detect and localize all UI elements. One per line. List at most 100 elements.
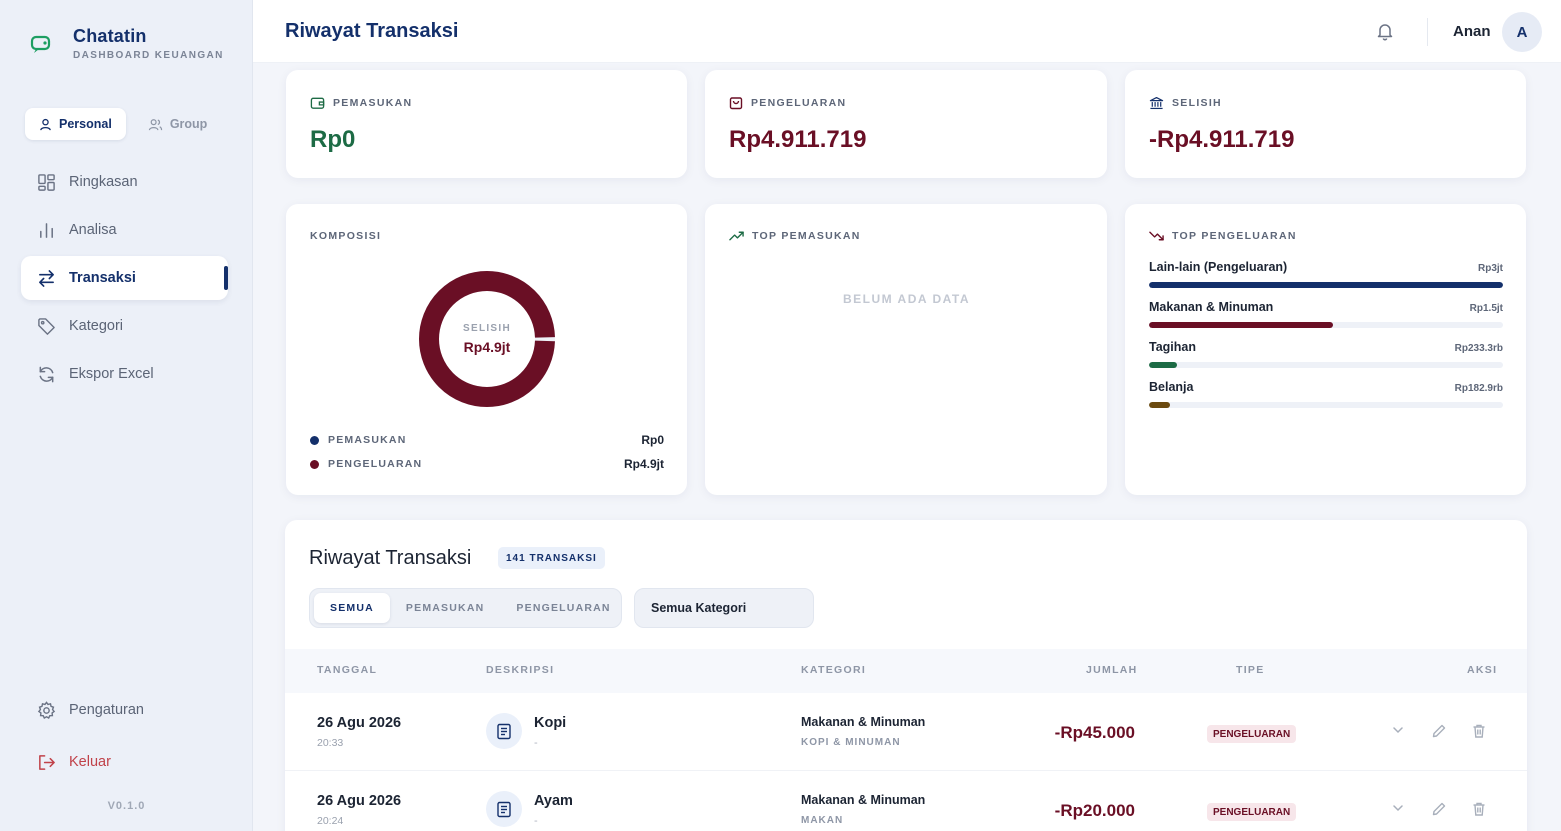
top-expense-bar bbox=[1149, 322, 1334, 328]
sidebar-item-label: Analisa bbox=[69, 222, 117, 238]
type-filter-tabs: SEMUA PEMASUKAN PENGELUARAN bbox=[309, 588, 622, 628]
row-note: - bbox=[534, 815, 538, 827]
row-subcategory: MAKAN bbox=[801, 815, 844, 826]
difference-value: -Rp4.911.719 bbox=[1149, 126, 1295, 153]
row-amount: -Rp45.000 bbox=[1054, 723, 1135, 742]
sidebar-item-ekspor-excel[interactable]: Ekspor Excel bbox=[21, 352, 228, 396]
personal-mode-label: Personal bbox=[59, 117, 112, 131]
top-expense-item: Tagihan Rp233.3rb bbox=[1149, 340, 1503, 368]
table-header: TANGGAL DESKRIPSI KATEGORI JUMLAH TIPE A… bbox=[285, 649, 1527, 693]
category-select[interactable]: Semua Kategori bbox=[634, 588, 814, 628]
top-expense-card: TOP PENGELUARAN Lain-lain (Pengeluaran) R… bbox=[1125, 204, 1526, 495]
edit-pencil-icon[interactable] bbox=[1431, 801, 1447, 817]
sidebar-item-ringkasan[interactable]: Ringkasan bbox=[21, 160, 228, 204]
top-expense-item: Belanja Rp182.9rb bbox=[1149, 380, 1503, 408]
sidebar-item-kategori[interactable]: Kategori bbox=[21, 304, 228, 348]
row-amount: -Rp20.000 bbox=[1054, 801, 1135, 820]
composition-label: KOMPOSISI bbox=[310, 230, 382, 242]
edit-pencil-icon[interactable] bbox=[1431, 723, 1447, 739]
row-type-icon bbox=[486, 791, 522, 827]
sidebar-item-analisa[interactable]: Analisa bbox=[21, 208, 228, 252]
top-header: Riwayat Transaksi Anan A bbox=[253, 0, 1561, 63]
legend-dot-income bbox=[310, 435, 319, 445]
income-label: PEMASUKAN bbox=[333, 97, 413, 109]
sidebar-item-label: Transaksi bbox=[69, 270, 136, 286]
filter-tab-pemasukan[interactable]: PEMASUKAN bbox=[390, 593, 500, 623]
income-card: PEMASUKAN Rp0 bbox=[286, 70, 687, 178]
top-expense-name: Makanan & Minuman bbox=[1149, 300, 1274, 314]
sidebar-item-pengaturan[interactable]: Pengaturan bbox=[21, 688, 228, 732]
wallet-chat-icon bbox=[30, 35, 51, 53]
top-expense-amount: Rp3jt bbox=[1478, 263, 1503, 274]
row-note: - bbox=[534, 737, 538, 749]
difference-label-row: SELISIH bbox=[1149, 96, 1222, 110]
logout-button[interactable]: Keluar bbox=[21, 740, 228, 784]
sidebar-item-transaksi[interactable]: Transaksi bbox=[21, 256, 228, 300]
sidebar-item-label: Kategori bbox=[69, 318, 124, 334]
transactions-card: Riwayat Transaksi 141 TRANSAKSI SEMUA PE… bbox=[285, 520, 1527, 831]
column-header-category: KATEGORI bbox=[801, 664, 867, 676]
avatar[interactable]: A bbox=[1502, 12, 1542, 52]
expense-label-row: PENGELUARAN bbox=[729, 96, 846, 110]
donut-center: SELISIH Rp4.9jt bbox=[417, 269, 557, 409]
top-income-label: TOP PEMASUKAN bbox=[752, 230, 861, 242]
wallet-icon bbox=[310, 97, 325, 109]
filter-tab-semua[interactable]: SEMUA bbox=[314, 593, 390, 623]
legend-expense-label: PENGELUARAN bbox=[328, 458, 423, 470]
bell-icon[interactable] bbox=[1375, 21, 1395, 41]
tag-icon bbox=[38, 317, 55, 335]
row-type-icon bbox=[486, 713, 522, 749]
donut-center-label: SELISIH bbox=[463, 323, 511, 334]
trash-icon[interactable] bbox=[1471, 723, 1487, 739]
difference-card: SELISIH -Rp4.911.719 bbox=[1125, 70, 1526, 178]
income-label-row: PEMASUKAN bbox=[310, 96, 412, 110]
legend-expense-amount: Rp4.9jt bbox=[623, 457, 664, 471]
expense-value: Rp4.911.719 bbox=[729, 126, 867, 153]
column-header-amount[interactable]: JUMLAH bbox=[1086, 664, 1138, 676]
top-expense-track bbox=[1149, 362, 1503, 368]
top-expense-item: Lain-lain (Pengeluaran) Rp3jt bbox=[1149, 260, 1503, 288]
group-mode-button[interactable]: Group bbox=[134, 108, 222, 140]
filter-tab-pengeluaran[interactable]: PENGELUARAN bbox=[500, 593, 626, 623]
table-row[interactable]: 26 Agu 2026 20:33 Kopi - Makanan & Minum… bbox=[285, 693, 1527, 771]
top-expense-name: Lain-lain (Pengeluaran) bbox=[1149, 260, 1288, 274]
donut-center-value: Rp4.9jt bbox=[463, 339, 511, 355]
top-expense-amount: Rp182.9rb bbox=[1454, 383, 1503, 394]
top-income-label-row: TOP PEMASUKAN bbox=[729, 230, 861, 242]
row-date: 26 Agu 2026 bbox=[317, 715, 402, 731]
expense-card: PENGELUARAN Rp4.911.719 bbox=[705, 70, 1107, 178]
column-header-date[interactable]: TANGGAL bbox=[317, 664, 377, 676]
table-row[interactable]: 26 Agu 2026 20:24 Ayam - Makanan & Minum… bbox=[285, 771, 1527, 831]
group-mode-label: Group bbox=[169, 117, 208, 131]
swap-icon bbox=[39, 269, 54, 287]
top-expense-bar bbox=[1149, 282, 1503, 288]
expense-label: PENGELUARAN bbox=[751, 97, 847, 109]
refresh-icon bbox=[39, 366, 54, 382]
chevron-down-icon[interactable] bbox=[1391, 723, 1405, 737]
top-expense-name: Tagihan bbox=[1149, 340, 1196, 354]
users-icon bbox=[148, 118, 162, 130]
logout-icon bbox=[39, 754, 55, 770]
row-time: 20:24 bbox=[317, 815, 344, 827]
top-expense-bar bbox=[1149, 402, 1171, 408]
top-income-empty: BELUM ADA DATA bbox=[843, 292, 970, 306]
brand[interactable]: Chatatin DASHBOARD KEUANGAN bbox=[28, 26, 224, 61]
row-category: Makanan & Minuman bbox=[801, 793, 926, 807]
row-time: 20:33 bbox=[317, 737, 344, 749]
mode-switch: Personal Group bbox=[25, 108, 221, 140]
sidebar-item-label: Ringkasan bbox=[69, 174, 138, 190]
legend-income: PEMASUKAN Rp0 bbox=[310, 433, 664, 447]
chevron-down-icon[interactable] bbox=[1391, 801, 1405, 815]
top-expense-item: Makanan & Minuman Rp1.5jt bbox=[1149, 300, 1503, 328]
legend-income-label: PEMASUKAN bbox=[328, 434, 407, 446]
header-divider bbox=[1427, 18, 1428, 46]
top-expense-track bbox=[1149, 322, 1503, 328]
shopping-bag-icon bbox=[729, 97, 743, 110]
trash-icon[interactable] bbox=[1471, 801, 1487, 817]
grid-icon bbox=[38, 173, 55, 191]
top-expense-amount: Rp233.3rb bbox=[1454, 343, 1503, 354]
sidebar-item-label: Ekspor Excel bbox=[69, 366, 154, 382]
row-type-badge: PENGELUARAN bbox=[1207, 803, 1297, 821]
transactions-title: Riwayat Transaksi bbox=[309, 547, 472, 569]
personal-mode-button[interactable]: Personal bbox=[25, 108, 126, 140]
